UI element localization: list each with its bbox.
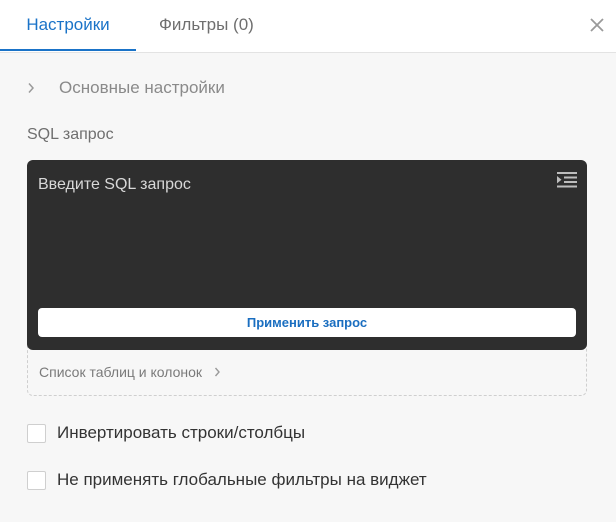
sql-query-label: SQL запрос [27, 126, 114, 143]
tab-bar: Настройки Фильтры (0) [0, 0, 616, 53]
invert-rows-columns-checkbox[interactable] [27, 423, 46, 443]
basic-settings-label: Основные настройки [59, 78, 225, 97]
close-icon[interactable] [589, 17, 605, 33]
sql-editor-container: Введите SQL запрос Применить запрос Спис… [27, 160, 587, 396]
table-list-link[interactable]: Список таблиц и колонок [39, 364, 221, 380]
sql-editor[interactable]: Введите SQL запрос Применить запрос [27, 160, 587, 350]
ignore-global-filters-label: Не применять глобальные фильтры на видже… [57, 470, 427, 489]
format-indent-icon[interactable] [557, 171, 577, 189]
invert-rows-columns-option[interactable]: Инвертировать строки/столбцы [27, 423, 305, 443]
ignore-global-filters-checkbox[interactable] [27, 470, 46, 490]
invert-rows-columns-label: Инвертировать строки/столбцы [57, 423, 306, 442]
sql-editor-placeholder: Введите SQL запрос [38, 176, 191, 193]
basic-settings-toggle[interactable]: Основные настройки [27, 76, 225, 100]
tab-settings[interactable]: Настройки [0, 0, 136, 51]
table-list-label: Список таблиц и колонок [39, 364, 203, 380]
chevron-right-icon [215, 367, 220, 377]
chevron-right-icon [28, 83, 35, 93]
apply-query-button[interactable]: Применить запрос [38, 308, 576, 337]
ignore-global-filters-option[interactable]: Не применять глобальные фильтры на видже… [27, 470, 427, 490]
tab-filters[interactable]: Фильтры (0) [159, 0, 254, 51]
